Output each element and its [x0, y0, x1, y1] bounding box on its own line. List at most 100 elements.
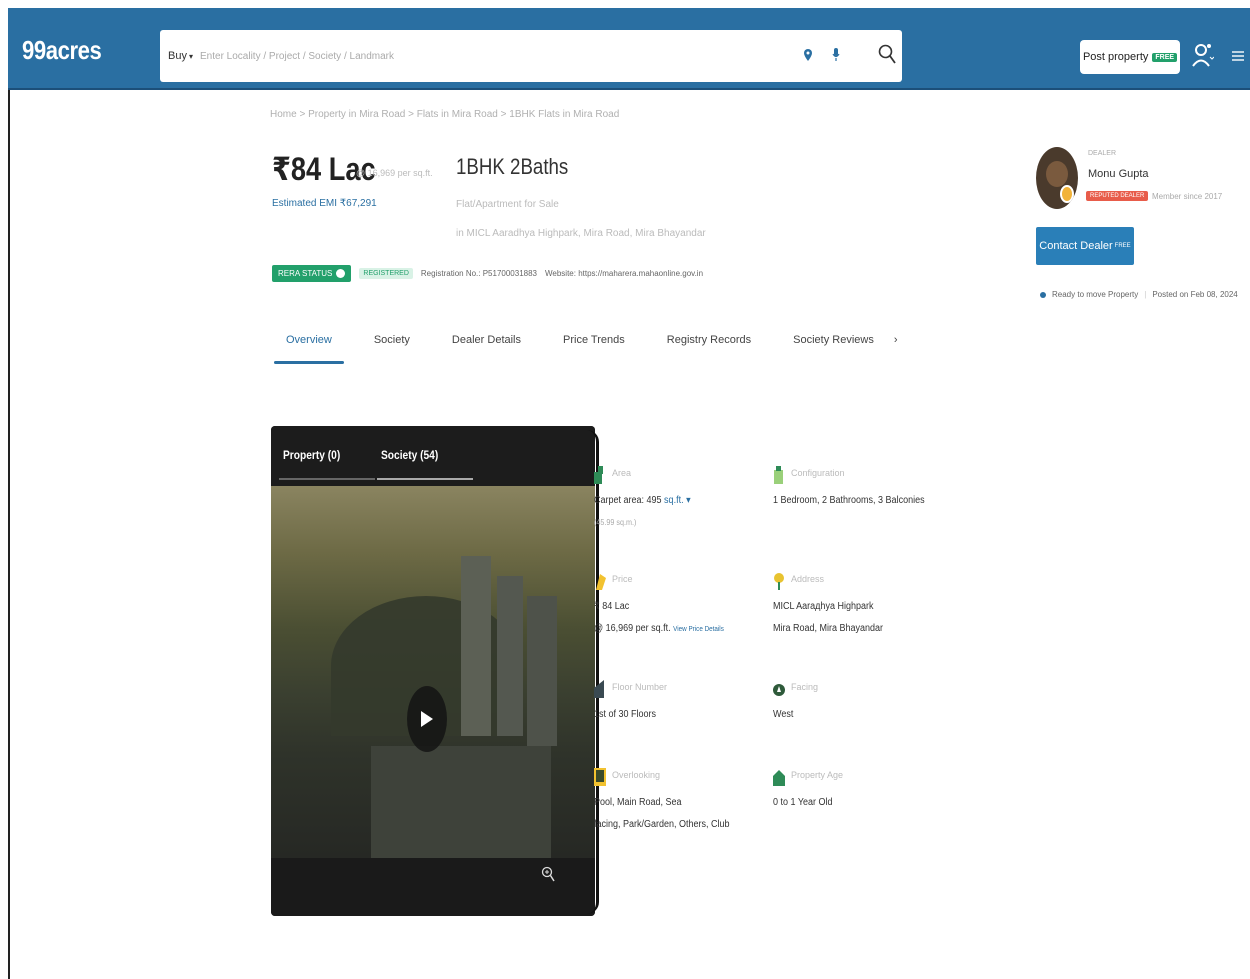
rera-row: RERA STATUS REGISTERED Registration No.:… [272, 265, 703, 282]
contact-dealer-label: Contact Dealer [1039, 240, 1113, 252]
top-header: 99acres Buy▾ Post property FREE [8, 8, 1250, 90]
window-icon [594, 768, 606, 786]
thumbnail-building [527, 596, 557, 746]
detail-label: Overlooking [612, 770, 661, 780]
search-mode-dropdown[interactable]: Buy ▾ [168, 50, 193, 62]
address-locality: Mira Road, Mira Bhayandar [773, 623, 884, 634]
post-property-label: Post property [1082, 51, 1149, 63]
search-mode-label: Buy [168, 50, 187, 62]
listing-title: 1BHK 2Baths [456, 154, 569, 179]
hamburger-menu-icon[interactable] [1232, 50, 1244, 62]
detail-value: ₹ 84 Lac @ 16,969 per sq.ft. View Price … [594, 596, 724, 641]
detail-value: Pool, Main Road, Sea facing, Park/Garden… [594, 792, 730, 836]
divider: | [1144, 290, 1147, 299]
registration-number: Registration No.: P51700031883 [420, 269, 537, 278]
thumbnail-building [497, 576, 523, 736]
info-icon [336, 269, 346, 278]
medal-icon [1060, 185, 1074, 203]
search-bar: Buy ▾ [160, 30, 902, 82]
media-gallery: Property (0) Society (54) [271, 426, 595, 916]
compass-icon [773, 684, 785, 696]
play-button[interactable] [407, 686, 447, 752]
price-tag-icon [596, 574, 606, 590]
site-logo[interactable]: 99acres [22, 35, 102, 66]
zoom-icon[interactable] [541, 866, 555, 882]
dealer-since: Member since 2017 [1152, 192, 1223, 201]
unit-dropdown[interactable]: sq.ft. [664, 495, 684, 506]
media-tabs: Property (0) Society (54) [271, 426, 595, 486]
detail-value: 1 Bedroom, 2 Bathrooms, 3 Balconies [773, 495, 925, 506]
dealer-name[interactable]: Monu Gupta [1088, 168, 1149, 180]
tab-dealer-details[interactable]: Dealer Details [438, 330, 535, 364]
area-sqm: (45.99 sq.m.) [594, 518, 637, 527]
detail-value: 0 to 1 Year Old [773, 797, 833, 808]
reputed-dealer-badge: REPUTED DEALER [1086, 191, 1149, 201]
overlooking-line1: Pool, Main Road, Sea [594, 797, 682, 808]
address-society: MICL Aarадhya Highpark [773, 601, 874, 612]
area-icon [594, 466, 603, 484]
media-tab-underline-active [377, 478, 473, 480]
tab-registry-records[interactable]: Registry Records [653, 330, 765, 364]
detail-value: MICL Aarадhya Highpark Mira Road, Mira B… [773, 596, 883, 640]
microphone-icon[interactable] [832, 48, 840, 62]
posted-date: Posted on Feb 08, 2024 [1152, 290, 1238, 299]
search-icon[interactable] [878, 44, 896, 64]
chevron-down-icon[interactable]: ▾ [684, 495, 691, 506]
price-per-sqft: @ 16,969 per sq.ft. [356, 168, 433, 178]
property-status-row: Ready to move Property | Posted on Feb 0… [1040, 290, 1238, 299]
dealer-avatar [1036, 147, 1078, 209]
overlooking-line2: facing, Park/Garden, Others, Club [594, 819, 730, 830]
detail-label: Address [791, 574, 825, 584]
detail-label: Price [612, 574, 633, 584]
contact-dealer-button[interactable]: Contact Dealer FREE [1036, 227, 1134, 265]
building-age-icon [773, 770, 785, 786]
emi-link[interactable]: Estimated EMI ₹67,291 [272, 198, 377, 209]
avatar-face [1046, 161, 1068, 187]
media-tab-underline [279, 478, 375, 480]
tabs-next-arrow[interactable]: › [888, 330, 904, 364]
rera-website[interactable]: Website: https://maharera.mahaonline.gov… [545, 269, 703, 278]
bed-icon [774, 466, 783, 484]
media-tab-society[interactable]: Society (54) [381, 448, 438, 462]
detail-label: Facing [791, 682, 819, 692]
tab-society[interactable]: Society [360, 330, 424, 364]
post-property-button[interactable]: Post property FREE [1080, 40, 1180, 74]
contact-free-badge: FREE [1114, 243, 1131, 249]
rera-status-button[interactable]: RERA STATUS [272, 265, 352, 282]
detail-value: West [773, 709, 794, 720]
price-value: ₹ 84 Lac [594, 601, 630, 612]
view-price-details-link[interactable]: View Price Details [673, 626, 724, 633]
media-tab-property[interactable]: Property (0) [283, 448, 340, 462]
user-icon[interactable] [1192, 42, 1214, 68]
carpet-area-value: Carpet area: 495 [594, 495, 662, 506]
location-icon[interactable] [804, 49, 812, 61]
location-pin-icon [774, 573, 784, 590]
section-tabs: Overview Society Dealer Details Price Tr… [272, 330, 904, 364]
thumbnail-building [461, 556, 491, 736]
detail-label: Floor Number [612, 682, 668, 692]
tab-price-trends[interactable]: Price Trends [549, 330, 639, 364]
ready-icon [1040, 291, 1046, 298]
chevron-down-icon: ▾ [188, 52, 193, 61]
play-icon [421, 711, 433, 727]
listing-address: in MICL Aaradhya Highpark, Mira Road, Mi… [456, 228, 706, 239]
registered-badge: REGISTERED [359, 268, 413, 279]
thumbnail-buildings-foreground [371, 746, 551, 858]
detail-label: Area [612, 468, 632, 478]
detail-value: Carpet area: 495 sq.ft. ▾ (45.99 sq.m.) [594, 490, 691, 534]
free-badge: FREE [1152, 52, 1178, 62]
ready-status: Ready to move Property [1052, 290, 1139, 299]
video-thumbnail[interactable] [271, 486, 595, 858]
detail-label: Configuration [791, 468, 845, 478]
price-per-sqft-value: @ 16,969 per sq.ft. [594, 623, 671, 634]
breadcrumb[interactable]: Home > Property in Mira Road > Flats in … [270, 109, 619, 120]
detail-label: Property Age [791, 770, 844, 780]
dealer-role: DEALER [1088, 150, 1117, 157]
tab-society-reviews[interactable]: Society Reviews [779, 330, 888, 364]
listing-subtitle: Flat/Apartment for Sale [456, 199, 559, 210]
floor-icon [594, 680, 604, 698]
search-input[interactable] [200, 42, 780, 70]
rera-status-label: RERA STATUS [278, 269, 333, 278]
tab-overview[interactable]: Overview [272, 330, 346, 364]
detail-value: 1st of 30 Floors [594, 709, 657, 720]
